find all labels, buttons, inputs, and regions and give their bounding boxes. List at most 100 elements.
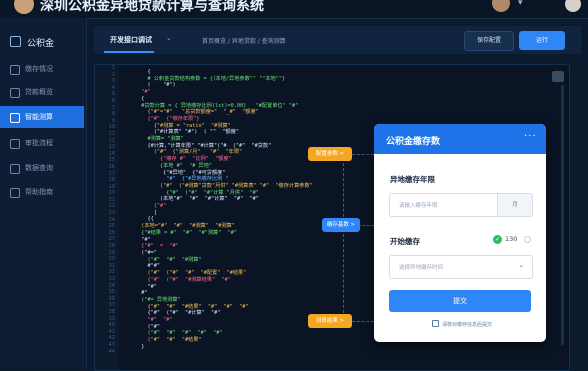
connector-line (352, 154, 374, 155)
chevron-down-icon[interactable]: ▾ (518, 0, 523, 8)
app-logo (14, 0, 34, 14)
line-number: 18 (108, 177, 115, 184)
line-number: 17 (108, 170, 115, 177)
line-number: 3 (111, 78, 115, 85)
app-title: 深圳公积金异地贷款计算与查询系统 (40, 0, 264, 14)
callout-base[interactable]: 缴存基数 > (322, 218, 360, 232)
line-number: 11 (108, 130, 115, 137)
line-number: 21 (108, 196, 115, 203)
code-line[interactable]: "#" {"#异地缴存比例 " (135, 176, 313, 183)
more-icon[interactable]: ··· (524, 131, 537, 142)
line-number: 4 (111, 84, 115, 91)
connector-line (358, 225, 374, 226)
code-line[interactable]: {"#" ("#" "#测算结果" "#" (135, 277, 313, 284)
tab-dev-debug[interactable]: 开发接口调试 (110, 35, 152, 45)
code-line[interactable]: #" (135, 290, 313, 297)
sidebar-item-query[interactable]: 数据查询 (0, 157, 84, 179)
code-line[interactable]: {"#"="#" "总贷款额度=" "_#" "额度" (135, 109, 313, 116)
line-number: 40 (108, 322, 115, 329)
code-line[interactable]: ("#= 异地测算" (135, 297, 313, 304)
code-line[interactable]: } (135, 344, 313, 351)
code-line[interactable]: "#" "#" (135, 317, 313, 324)
code-line[interactable]: {"#" (135, 203, 313, 210)
code-line[interactable]: # 公积金贷款结构参数 = {（本地/异地参数"" ""本地""} (135, 76, 313, 83)
callout-result[interactable]: 测算结果 > (308, 314, 352, 328)
document-icon (10, 65, 20, 75)
code-line[interactable]: ("#" ("#测算"贷款"月供" "#测算表" "#" "缴存计算参数" (135, 183, 313, 190)
run-button[interactable]: 运行 (519, 31, 565, 50)
line-number: 22 (108, 203, 115, 210)
code-line[interactable]: ("#" "#" "#测算" (135, 257, 313, 264)
code-line[interactable]: (本地"#" "#" "#"计算" "#" "#" (135, 196, 313, 203)
code-line[interactable]: {"缴存 #" "比例" "额度" (135, 156, 313, 163)
panel-title: 公积金缴存数 (386, 137, 441, 147)
line-number: 25 (108, 223, 115, 230)
submit-button[interactable]: 提交 (389, 290, 531, 312)
footnote: 请核对缴存信息后提交 (432, 320, 492, 328)
unit-addon: 月 (497, 194, 532, 216)
code-line[interactable]: "#" (135, 284, 313, 291)
code-line[interactable]: { (135, 96, 313, 103)
code-line[interactable]: {"#" = "#" (135, 243, 313, 250)
sidebar-brand-label: 公积金 (27, 39, 55, 49)
code-line[interactable]: ("#" (135, 324, 313, 331)
folder-icon (10, 36, 21, 47)
connector-line (352, 321, 374, 322)
sidebar-item-label: 贷款概览 (25, 88, 53, 96)
line-number: 19 (108, 183, 115, 190)
line-number: 35 (108, 289, 115, 296)
code-line[interactable]: {"#结果 = #" "#" "#"测算" "#" (135, 230, 313, 237)
sidebar-item-loan-overview[interactable]: 贷款概览 (0, 81, 84, 103)
code-content[interactable]: { # 公积金贷款结构参数 = {（本地/异地参数"" ""本地""} ( "#… (135, 69, 313, 351)
connector-line (343, 158, 344, 323)
code-line[interactable]: ] (135, 210, 313, 217)
flow-icon (10, 139, 20, 149)
line-number: 20 (108, 190, 115, 197)
sidebar-item-deposit[interactable]: 缴存情况 (0, 58, 84, 80)
sidebar-item-calculator[interactable]: 智能测算 (0, 106, 84, 128)
sidebar-item-label: 帮助指南 (25, 188, 53, 196)
line-number: 37 (108, 302, 115, 309)
code-line[interactable]: "#" (135, 237, 313, 244)
line-number: 29 (108, 249, 115, 256)
chart-icon (10, 88, 20, 98)
select-placeholder: 选择异地缴存时间 (399, 265, 444, 271)
calculator-icon (10, 113, 20, 123)
years-input[interactable]: 请输入缴存年限 月 (389, 193, 533, 217)
radio-icon[interactable] (524, 236, 531, 243)
code-line[interactable]: ( "#") (135, 82, 313, 89)
menu-icon[interactable] (552, 71, 564, 82)
info-icon (432, 320, 439, 327)
code-line[interactable]: ("#=" (135, 250, 313, 257)
line-number: 27 (108, 236, 115, 243)
line-number: 44 (108, 348, 115, 355)
sidebar-item-help[interactable]: 帮助指南 (0, 181, 84, 203)
chevron-down-icon[interactable]: ⌄ (166, 34, 172, 42)
code-line[interactable]: { (135, 69, 313, 76)
code-line[interactable]: "#" (135, 89, 313, 96)
sidebar: 公积金 缴存情况 贷款概览 智能测算 审批流程 数据查询 帮助指南 (0, 18, 87, 369)
sidebar-brand[interactable]: 公积金 (10, 36, 54, 49)
sidebar-item-approval[interactable]: 审批流程 (0, 132, 84, 154)
scrollbar[interactable] (561, 85, 564, 345)
database-icon (10, 164, 20, 174)
code-line[interactable]: {"#" {"缴存年限"} (135, 116, 313, 123)
line-number: 13 (108, 144, 115, 151)
sidebar-item-label: 审批流程 (25, 139, 53, 147)
code-line[interactable]: {本地 #" "# 异地" (135, 163, 313, 170)
count-value: 130 (505, 235, 518, 243)
callout-config[interactable]: 配置参数 > (308, 147, 352, 161)
avatar[interactable] (565, 0, 581, 12)
line-number: 1 (111, 65, 115, 71)
check-icon: ✓ (493, 235, 502, 244)
code-line[interactable]: {"#" ("#" "#计算" "#" (135, 310, 313, 317)
code-line[interactable]: #测算= "测算" (135, 136, 313, 143)
code-line[interactable]: (本地="#" "#" "#测算" "#测算" (135, 223, 313, 230)
line-number: 24 (108, 216, 115, 223)
avatar[interactable] (492, 0, 510, 12)
code-line[interactable]: ("#" ("#" "#" "#配置" "#结果" (135, 270, 313, 277)
breadcrumb[interactable]: 首页概览 / 异地贷款 / 查询测算 (202, 36, 286, 45)
code-line[interactable]: ("#" "#" "#结果" (135, 337, 313, 344)
start-date-select[interactable]: 选择异地缴存时间 ⌄ (389, 255, 533, 279)
save-config-button[interactable]: 保存配置 (464, 31, 514, 51)
